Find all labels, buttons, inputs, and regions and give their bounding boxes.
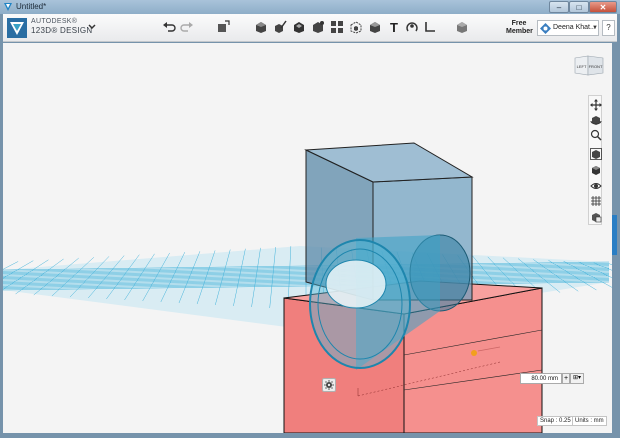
user-name: Deena Khat...	[553, 24, 596, 31]
dimension-plus-button[interactable]: +	[562, 373, 570, 384]
modify-icon[interactable]	[311, 20, 325, 34]
sketch-icon[interactable]	[273, 20, 287, 34]
combine-icon[interactable]	[368, 20, 382, 34]
brand-company: AUTODESK®	[31, 18, 78, 25]
grouping-icon[interactable]	[349, 20, 363, 34]
title-bar[interactable]: Untitled* – □ ✕	[0, 0, 620, 14]
grid-toggle-icon[interactable]	[590, 195, 602, 207]
view-icon[interactable]	[590, 164, 602, 176]
main-toolbar: AUTODESK® 123D® DESIGN T Free Member Dee…	[3, 14, 617, 42]
right-panel-toggle[interactable]	[612, 215, 617, 255]
primitives-icon[interactable]	[254, 20, 268, 34]
chevron-down-icon: ▼	[592, 25, 598, 31]
units-status[interactable]: Units : mm	[572, 416, 607, 426]
viewcube-front-label[interactable]: FRONT	[589, 64, 603, 69]
measure-icon[interactable]	[423, 20, 437, 34]
viewcube-left-label[interactable]: LEFT	[577, 64, 587, 69]
free-member-text: Free Member	[506, 20, 533, 35]
snap-icon[interactable]	[405, 20, 419, 34]
close-button[interactable]: ✕	[589, 1, 617, 13]
free-member-label: Free Member	[506, 20, 533, 36]
fit-icon[interactable]	[590, 148, 602, 160]
user-account-dropdown[interactable]: Deena Khat... ▼	[537, 20, 599, 36]
material-view-icon[interactable]	[590, 211, 602, 223]
redo-icon[interactable]	[180, 20, 194, 34]
gear-icon-button[interactable]	[322, 378, 336, 392]
pan-icon[interactable]	[590, 99, 602, 111]
brand-product: 123D® DESIGN	[31, 26, 93, 35]
dimension-snap-dropdown[interactable]: ⊞▾	[570, 373, 584, 384]
view-cube[interactable]: LEFT FRONT	[574, 53, 604, 77]
material-icon[interactable]	[455, 20, 469, 34]
maximize-button[interactable]: □	[569, 1, 589, 13]
help-button[interactable]: ?	[602, 20, 615, 36]
snap-status[interactable]: Snap : 0.25	[537, 416, 574, 426]
snap-grid-icon: ⊞▾	[572, 375, 582, 381]
visibility-icon[interactable]	[590, 180, 602, 192]
orbit-icon[interactable]	[590, 114, 602, 126]
navigation-bar	[588, 95, 602, 225]
svg-text:T: T	[390, 20, 398, 34]
dimension-input[interactable]: 80.00 mm	[520, 373, 562, 384]
chevron-down-icon[interactable]	[87, 20, 97, 34]
minimize-button[interactable]: –	[549, 1, 569, 13]
pattern-icon[interactable]	[330, 20, 344, 34]
app-menu-logo-icon[interactable]	[7, 18, 27, 38]
application-window: Untitled* – □ ✕ AUTODESK® 123D® DESIGN T…	[0, 0, 620, 438]
app-logo-icon	[4, 3, 12, 11]
construct-icon[interactable]	[292, 20, 306, 34]
dimension-handle	[471, 350, 477, 356]
transform-icon[interactable]	[216, 20, 230, 34]
cylinder-hole	[325, 259, 387, 309]
user-avatar-icon	[540, 23, 551, 34]
undo-icon[interactable]	[162, 20, 176, 34]
gear-icon	[324, 380, 334, 390]
window-title: Untitled*	[16, 2, 47, 11]
text-icon[interactable]: T	[387, 20, 401, 34]
zoom-icon[interactable]	[590, 129, 602, 141]
